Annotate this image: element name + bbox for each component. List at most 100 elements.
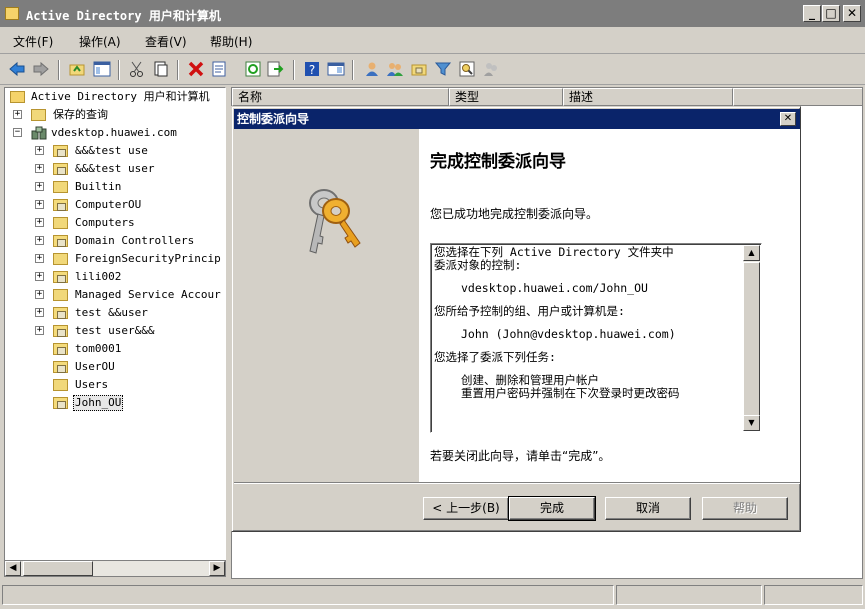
- dialog-close-button[interactable]: ✕: [780, 112, 796, 126]
- tree-label: Domain Controllers: [75, 234, 195, 247]
- column-header-type[interactable]: 类型: [449, 88, 563, 106]
- forward-arrow-icon[interactable]: [32, 60, 50, 78]
- expand-icon[interactable]: +: [13, 110, 22, 119]
- copy-icon[interactable]: [152, 60, 170, 78]
- close-button[interactable]: ✕: [843, 5, 861, 22]
- tree-label: Managed Service Accour: [75, 288, 221, 301]
- expand-icon[interactable]: +: [35, 236, 44, 245]
- finish-button[interactable]: 完成: [508, 496, 596, 521]
- tree-label: Computers: [75, 216, 135, 229]
- scroll-right-icon[interactable]: ▶: [209, 561, 225, 576]
- expand-icon[interactable]: +: [35, 308, 44, 317]
- tree-label: test &&user: [75, 306, 148, 319]
- cancel-button[interactable]: 取消: [605, 497, 691, 520]
- expand-icon[interactable]: +: [35, 182, 44, 191]
- summary-vertical-scrollbar[interactable]: ▲ ▼: [743, 245, 760, 431]
- tree-label: &&&test user: [75, 162, 155, 175]
- delegation-wizard-dialog: 控制委派向导 ✕ 完成控制委派向导 您已成功地完成控制委派向导。 您选择在下列 …: [231, 106, 801, 532]
- column-header-empty: [733, 88, 862, 106]
- cut-icon[interactable]: [128, 60, 146, 78]
- minimize-button[interactable]: _: [803, 5, 821, 22]
- tree-label: &&&test use: [75, 144, 148, 157]
- wizard-close-hint: 若要关闭此向导，请单击“完成”。: [430, 449, 611, 463]
- expand-icon[interactable]: +: [35, 272, 44, 281]
- menu-bar: 文件(F) 操作(A) 查看(V) 帮助(H): [0, 27, 865, 54]
- tree-item-selected[interactable]: John_OU: [9, 394, 225, 412]
- summary-text: 您选择在下列 Active Directory 文件夹中 委派对象的控制: vd…: [434, 246, 744, 400]
- tree-item[interactable]: + &&&test user: [9, 160, 225, 178]
- collapse-icon[interactable]: −: [13, 128, 22, 137]
- tree-label: Users: [75, 378, 109, 391]
- folder-icon: [53, 217, 68, 229]
- tree-horizontal-scrollbar[interactable]: ◀ ▶: [4, 560, 226, 577]
- menu-view[interactable]: 查看(V): [145, 33, 187, 50]
- expand-icon[interactable]: +: [35, 200, 44, 209]
- column-header-description[interactable]: 描述: [563, 88, 733, 106]
- expand-icon[interactable]: +: [35, 146, 44, 155]
- tree-root[interactable]: Active Directory 用户和计算机: [9, 88, 225, 106]
- create-ou-icon[interactable]: [410, 60, 428, 78]
- refresh-icon[interactable]: [244, 60, 262, 78]
- summary-granted-user: John (John@vdesktop.huawei.com): [461, 327, 676, 341]
- filter-icon[interactable]: [434, 60, 452, 78]
- create-group-icon[interactable]: [386, 60, 404, 78]
- tree-label: lili002: [75, 270, 122, 283]
- ou-folder-icon: [53, 235, 68, 247]
- tree-item[interactable]: Users: [9, 376, 225, 394]
- expand-icon[interactable]: +: [35, 326, 44, 335]
- show-hide-console-tree-icon[interactable]: [93, 60, 111, 78]
- scroll-thumb[interactable]: [743, 262, 760, 417]
- domain-icon: [31, 126, 47, 140]
- expand-icon[interactable]: +: [35, 254, 44, 263]
- back-arrow-icon[interactable]: [8, 60, 26, 78]
- help-button[interactable]: 帮助: [702, 497, 788, 520]
- tree-label: vdesktop.huawei.com: [51, 126, 177, 139]
- tree-domain[interactable]: − vdesktop.huawei.com: [9, 124, 225, 142]
- up-folder-icon[interactable]: [68, 60, 86, 78]
- help-icon[interactable]: ?: [303, 60, 321, 78]
- create-user-icon[interactable]: [363, 60, 381, 78]
- status-cell: [2, 585, 614, 605]
- summary-textbox[interactable]: 您选择在下列 Active Directory 文件夹中 委派对象的控制: vd…: [430, 243, 762, 433]
- scroll-left-icon[interactable]: ◀: [5, 561, 21, 576]
- tree-item[interactable]: + lili002: [9, 268, 225, 286]
- tree-item[interactable]: + Computers: [9, 214, 225, 232]
- tree-item[interactable]: + ComputerOU: [9, 196, 225, 214]
- export-list-icon[interactable]: [266, 60, 284, 78]
- menu-action[interactable]: 操作(A): [79, 33, 121, 50]
- scroll-up-icon[interactable]: ▲: [743, 245, 760, 261]
- menu-file[interactable]: 文件(F): [13, 33, 53, 50]
- tree-label: John_OU: [73, 395, 124, 411]
- add-to-group-icon[interactable]: [482, 60, 500, 78]
- window-titlebar[interactable]: Active Directory 用户和计算机 _ □ ✕: [0, 0, 865, 27]
- tree-item[interactable]: UserOU: [9, 358, 225, 376]
- ou-folder-icon: [53, 307, 68, 319]
- find-icon[interactable]: [458, 60, 476, 78]
- tree-item[interactable]: + test &&user: [9, 304, 225, 322]
- tree-item[interactable]: + Managed Service Accour: [9, 286, 225, 304]
- status-cell: [764, 585, 863, 605]
- tree-item[interactable]: tom0001: [9, 340, 225, 358]
- scroll-thumb[interactable]: [23, 561, 93, 576]
- menu-help[interactable]: 帮助(H): [210, 33, 252, 50]
- expand-icon[interactable]: +: [35, 290, 44, 299]
- tree-saved-queries[interactable]: + 保存的查询: [9, 106, 225, 124]
- dialog-titlebar[interactable]: 控制委派向导 ✕: [234, 109, 800, 129]
- back-button[interactable]: < 上一步(B): [423, 497, 509, 520]
- folder-icon: [53, 253, 68, 265]
- maximize-button[interactable]: □: [822, 5, 840, 22]
- expand-icon[interactable]: +: [35, 164, 44, 173]
- tree-item[interactable]: + ForeignSecurityPrincip: [9, 250, 225, 268]
- properties-icon[interactable]: [210, 60, 228, 78]
- tree-item[interactable]: + Domain Controllers: [9, 232, 225, 250]
- tree-item[interactable]: + &&&test use: [9, 142, 225, 160]
- delete-icon[interactable]: [187, 60, 205, 78]
- console-tree[interactable]: Active Directory 用户和计算机 + 保存的查询 − vdeskt…: [4, 87, 226, 576]
- column-header-name[interactable]: 名称: [232, 88, 449, 106]
- expand-icon[interactable]: +: [35, 218, 44, 227]
- tree-item[interactable]: + test user&&&: [9, 322, 225, 340]
- keys-icon: [309, 189, 361, 254]
- show-console-tree-pane-icon[interactable]: [327, 60, 345, 78]
- tree-item[interactable]: + Builtin: [9, 178, 225, 196]
- scroll-down-icon[interactable]: ▼: [743, 415, 760, 431]
